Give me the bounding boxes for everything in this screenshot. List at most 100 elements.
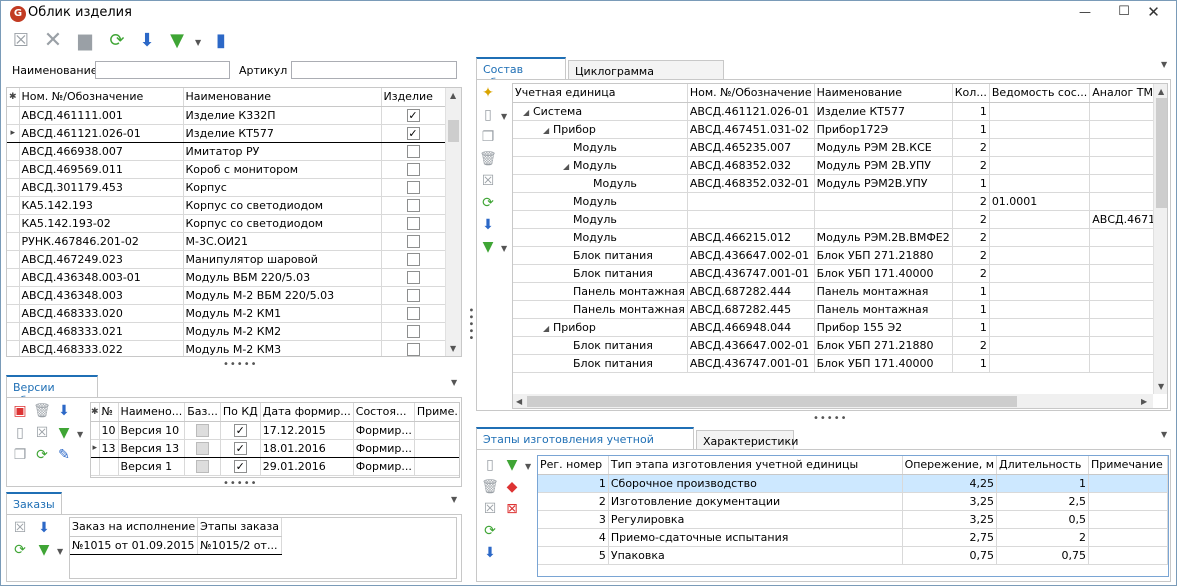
checkbox[interactable] xyxy=(406,288,420,302)
new-document-icon[interactable]: ▯ xyxy=(481,456,499,474)
tab-orders[interactable]: Заказы xyxy=(6,492,62,514)
header-by-kd[interactable]: По КД xyxy=(220,403,261,422)
checkbox[interactable] xyxy=(406,342,420,356)
scroll-up-icon[interactable]: ▲ xyxy=(450,91,456,100)
tree-row[interactable]: Блок питания АВСД.436747.001-01 Блок УБП 1… xyxy=(513,264,1167,283)
stages-menu-icon[interactable]: ▼ xyxy=(1161,430,1167,439)
composition-menu-icon[interactable]: ▼ xyxy=(1161,60,1167,69)
add-dropdown-icon[interactable]: ▼ xyxy=(501,112,507,121)
checkbox[interactable]: ✓ xyxy=(406,126,420,140)
splitter-handle[interactable]: ••••• xyxy=(223,478,258,489)
header-base[interactable]: Баз... xyxy=(184,403,221,422)
filter-icon[interactable]: ▼ xyxy=(503,456,521,474)
checkbox[interactable] xyxy=(406,270,420,284)
tree-row[interactable]: ◢ Прибор АВСД.467451.031-02 Прибор172Э 1 xyxy=(513,120,1167,139)
header-name[interactable]: Наименование xyxy=(814,84,953,103)
tree-toggle-icon[interactable]: ◢ xyxy=(543,324,553,333)
checkbox[interactable] xyxy=(196,423,209,437)
stage-row[interactable]: 5 Упаковка 0,75 0,75 xyxy=(538,546,1168,565)
close-icon[interactable]: ☒ xyxy=(479,172,497,190)
header-date[interactable]: Дата формир... xyxy=(260,403,354,422)
checkbox[interactable] xyxy=(406,234,420,248)
checkbox[interactable]: ✓ xyxy=(233,441,247,455)
products-vscrollbar[interactable]: ▲ ▼ xyxy=(445,88,461,356)
eraser-icon[interactable]: ◆ xyxy=(503,478,521,496)
product-row[interactable]: АВСД.436348.003 Модуль М-2 ВБМ 220/5.03 xyxy=(7,286,446,305)
product-row[interactable]: АВСД.301179.453 Корпус xyxy=(7,178,446,197)
header-note[interactable]: Примечание xyxy=(1088,456,1168,475)
stage-row[interactable]: 4 Приемо-сдаточные испытания 2,75 2 xyxy=(538,528,1168,547)
header-duration[interactable]: Длительность xyxy=(996,456,1089,475)
exit-icon[interactable]: ▮ xyxy=(209,29,233,53)
version-row[interactable]: 10 Версия 10 ✓ 17.12.2015 Формир... xyxy=(91,421,459,440)
tree-toggle-icon[interactable]: ◢ xyxy=(543,126,553,135)
tree-row[interactable]: Модуль АВСД.468352.032-01 Модуль РЭМ2В.УПУ… xyxy=(513,174,1167,193)
product-row[interactable]: АВСД.468333.020 Модуль М-2 КМ1 xyxy=(7,304,446,323)
stage-row[interactable]: 1 Сборочное производство 4,25 1 xyxy=(538,474,1168,493)
filter-dropdown-icon[interactable]: ▼ xyxy=(57,547,63,556)
filter-down-icon[interactable]: ⬇ xyxy=(35,519,53,537)
splitter-handle[interactable]: ••••• xyxy=(223,359,258,370)
scroll-down-icon[interactable]: ▼ xyxy=(450,344,456,353)
refresh-icon[interactable]: ⟳ xyxy=(479,194,497,212)
header-state[interactable]: Состоя... xyxy=(353,403,415,422)
close-window-button[interactable]: ✕ xyxy=(1132,2,1175,23)
header-name[interactable]: Наименование xyxy=(183,88,382,107)
header-version-name[interactable]: Наимено... xyxy=(118,403,186,422)
tree-row[interactable]: Модуль 2 01.0001 xyxy=(513,192,1167,211)
composition-scroll-thumb[interactable] xyxy=(1156,98,1167,208)
checkbox[interactable] xyxy=(406,306,420,320)
filter-down-icon[interactable]: ⬇ xyxy=(479,216,497,234)
filter-dropdown-icon[interactable]: ▼ xyxy=(77,430,83,439)
header-reg-number[interactable]: Рег. номер xyxy=(538,456,609,475)
tree-row[interactable]: Модуль2АВСД.467121.00... xyxy=(513,210,1167,229)
stage-row[interactable]: 2 Изготовление документации 3,25 2,5 xyxy=(538,492,1168,511)
versions-menu-icon[interactable]: ▼ xyxy=(451,378,457,387)
tree-row[interactable]: Модуль АВСД.465235.007 Модуль РЭМ 2В.КСЕ 2 xyxy=(513,138,1167,157)
checkbox[interactable] xyxy=(406,216,420,230)
filter-icon[interactable]: ▼ xyxy=(55,424,73,442)
version-row[interactable]: ▸ 13 Версия 13 ✓ 18.01.2016 Формир... xyxy=(91,438,459,458)
scroll-up-icon[interactable]: ▲ xyxy=(1158,87,1164,96)
tree-row[interactable]: Панель монтажная АВСД.687282.445 Панель мо… xyxy=(513,300,1167,319)
product-row[interactable]: АВСД.436348.003-01 Модуль ВБМ 220/5.03 xyxy=(7,268,446,287)
checkbox[interactable] xyxy=(406,162,420,176)
header-sheet[interactable]: Ведомость сос... xyxy=(989,84,1091,103)
close-icon[interactable]: ✕ xyxy=(41,29,65,53)
edit-icon[interactable]: ✎ xyxy=(55,446,73,464)
filter-dropdown-icon[interactable]: ▼ xyxy=(195,38,201,47)
header-qty[interactable]: Кол... xyxy=(952,84,990,103)
refresh-icon[interactable]: ⟳ xyxy=(105,29,129,53)
delete-row-icon[interactable]: ⊠ xyxy=(503,500,521,518)
tree-toggle-icon[interactable]: ◢ xyxy=(523,108,533,117)
filter-dropdown-icon[interactable]: ▼ xyxy=(525,462,531,471)
filter-icon[interactable]: ▼ xyxy=(479,238,497,256)
checkbox[interactable]: ✓ xyxy=(406,108,420,122)
magic-wand-icon[interactable]: ✦ xyxy=(479,84,497,102)
filter-icon[interactable]: ▼ xyxy=(165,29,189,53)
header-code[interactable]: Ном. №/Обозначение xyxy=(19,88,184,107)
product-row[interactable]: ▸ АВСД.461121.026-01 Изделие КТ577 ✓ xyxy=(7,123,446,143)
composition-hscrollbar[interactable]: ◀ ▶ xyxy=(513,394,1153,408)
delete-icon[interactable]: 🗑 xyxy=(479,150,497,168)
article-input[interactable] xyxy=(291,61,457,79)
close-icon[interactable]: ☒ xyxy=(11,519,29,537)
tree-toggle-icon[interactable]: ◢ xyxy=(563,162,573,171)
header-is-product[interactable]: Изделие xyxy=(381,88,446,107)
refresh-icon[interactable]: ⟳ xyxy=(481,522,499,540)
close-icon[interactable]: ☒ xyxy=(481,500,499,518)
checkbox[interactable] xyxy=(406,180,420,194)
checkbox[interactable] xyxy=(196,441,209,455)
product-row[interactable]: АВСД.468333.021 Модуль М-2 КМ2 xyxy=(7,322,446,341)
product-row[interactable]: АВСД.467249.023 Манипулятор шаровой xyxy=(7,250,446,269)
close-icon[interactable]: ☒ xyxy=(33,424,51,442)
product-row[interactable]: АВСД.461111.001 Изделие К332П ✓ xyxy=(7,106,446,125)
product-row[interactable]: КА5.142.193 Корпус со светодиодом xyxy=(7,196,446,215)
refresh-icon[interactable]: ⟳ xyxy=(11,541,29,559)
header-stage-type[interactable]: Тип этапа изготовления учетной единицы xyxy=(608,456,903,475)
tab-versions[interactable]: Версии облика xyxy=(6,375,98,407)
delete-icon[interactable]: 🗑 xyxy=(481,478,499,496)
stage-row[interactable]: 3 Регулировка 3,25 0,5 xyxy=(538,510,1168,529)
tree-row[interactable]: Блок питания АВСД.436647.002-01 Блок УБП 2… xyxy=(513,246,1167,265)
composition-vscrollbar[interactable]: ▲ ▼ xyxy=(1153,84,1167,394)
